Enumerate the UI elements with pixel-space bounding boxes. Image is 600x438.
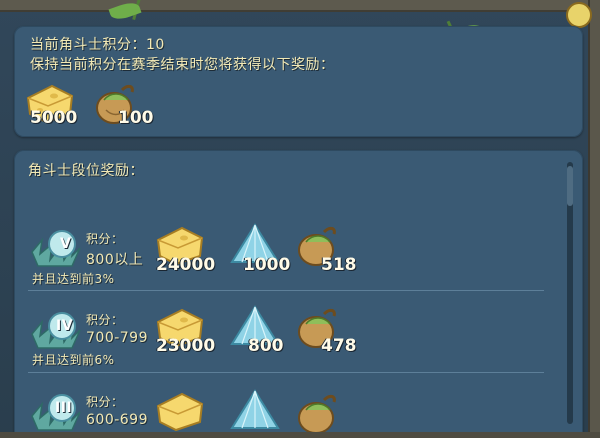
tier-badge-label: V [60,236,72,252]
seed-pouch-icon [298,394,336,434]
reward-amount: 518 [321,255,357,275]
tier-condition: 并且达到前6% [32,353,115,367]
rewards-window: 当前角斗士积分：10 保持当前积分在赛季结束时您将获得以下奖励： 5000 10… [0,0,600,438]
scrollbar[interactable] [567,162,573,424]
reward-amount: 23000 [156,336,216,356]
cheese-icon [156,392,204,432]
reward-amount: 478 [321,336,357,356]
reward-amount: 1000 [243,255,291,275]
reward-amount: 24000 [156,255,216,275]
tier-badge-label: III [55,400,73,416]
current-score-text: 当前角斗士积分：10 [30,37,165,53]
stone-border-top [0,0,600,12]
reward-amount: 800 [248,336,284,356]
reward-amount: 100 [118,108,154,128]
tier-score-range: 600-699 [86,412,148,428]
scrollbar-thumb[interactable] [567,166,573,206]
tier-score-range: 700-799 [86,330,148,346]
stone-border-right [588,0,600,438]
row-divider [28,372,544,373]
row-divider [28,290,544,291]
reward-amount: 5000 [30,108,78,128]
tier-badge-label: IV [56,318,74,334]
season-end-text: 保持当前积分在赛季结束时您将获得以下奖励： [30,57,335,73]
tier-score-label: 积分： [86,313,124,327]
stone-border-bottom [0,432,600,438]
tier-score-range: 800以上 [86,252,144,268]
tier-condition: 并且达到前3% [32,272,115,286]
crystal-icon [230,389,280,429]
tier-score-label: 积分： [86,232,124,246]
tier-section-title: 角斗士段位奖励： [28,163,144,179]
close-button[interactable] [566,2,592,28]
tier-score-label: 积分： [86,395,124,409]
tier-badge-icon [31,230,81,267]
